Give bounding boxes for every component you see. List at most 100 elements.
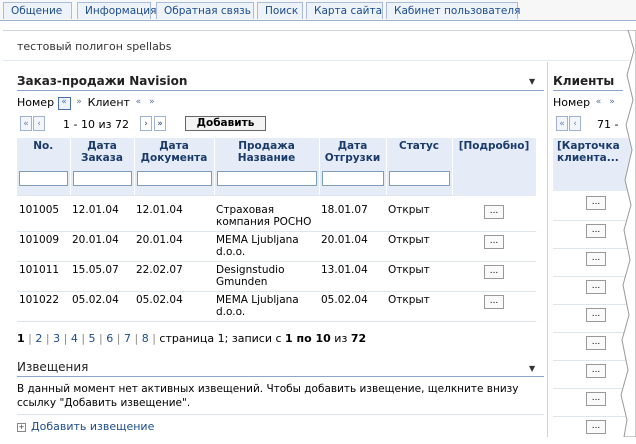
col-header-doc-date[interactable]: Дата Документа: [134, 138, 215, 170]
cell-status: Открыт: [386, 261, 452, 292]
filter-ship-date-input[interactable]: [321, 171, 384, 186]
details-button[interactable]: ...: [484, 265, 504, 279]
orders-pager-text: 1 - 10 из 72: [63, 118, 129, 131]
clients-details-button[interactable]: ...: [586, 308, 606, 322]
tab-informatsiya[interactable]: Информация: [77, 2, 156, 19]
tab-kabinet-polzovatelya[interactable]: Кабинет пользователя: [386, 2, 520, 19]
filter-no-input[interactable]: [19, 171, 68, 186]
col-header-order-date[interactable]: Дата Заказа: [70, 138, 135, 170]
add-notice-link[interactable]: + Добавить извещение: [17, 420, 154, 433]
cell-doc-date: 20.01.04: [134, 231, 214, 262]
first-page-icon[interactable]: «: [20, 116, 32, 131]
orders-menu-arrow-icon[interactable]: ▼: [529, 77, 535, 86]
cell-doc-date: 22.02.07: [134, 261, 214, 292]
notices-menu-arrow-icon[interactable]: ▼: [529, 364, 535, 373]
col-header-status[interactable]: Статус: [386, 138, 453, 170]
page-link[interactable]: 2: [35, 332, 42, 345]
torn-edge-decoration: [620, 30, 636, 437]
orders-table: No. Дата Заказа Дата Документа Продажа Н…: [17, 138, 537, 322]
clients-details-button[interactable]: ...: [586, 252, 606, 266]
clients-details-button[interactable]: ...: [586, 196, 606, 210]
cell-no: 101005: [17, 202, 70, 232]
clients-title-underline: [553, 90, 623, 91]
details-button[interactable]: ...: [484, 205, 504, 219]
site-title-divider: [3, 60, 633, 61]
clients-details-button[interactable]: ...: [586, 364, 606, 378]
tab-karta-saita[interactable]: Карта сайта: [306, 2, 383, 19]
page-summary-range: 1 по 10: [285, 332, 331, 345]
sort-descending-icon[interactable]: »: [74, 98, 84, 108]
sort-ascending-icon[interactable]: «: [57, 96, 71, 110]
clients-details-button[interactable]: ...: [586, 392, 606, 406]
add-notice-label: Добавить извещение: [31, 420, 155, 433]
notices-divider: [17, 414, 544, 415]
cell-doc-date: 12.01.04: [134, 202, 214, 232]
cell-order-date: 20.01.04: [70, 231, 134, 262]
filter-cell: [319, 170, 387, 196]
clients-details-button[interactable]: ...: [586, 336, 606, 350]
clients-details-button[interactable]: ...: [586, 420, 606, 434]
site-title: тестовый полигон spellabs: [17, 40, 172, 53]
cell-no: 101009: [17, 231, 70, 262]
page-summary-of: из: [330, 332, 351, 345]
filter-sale-name-input[interactable]: [216, 171, 317, 186]
table-row: 101011 15.05.07 22.02.07 Designstudio Gm…: [17, 261, 536, 292]
notices-title-underline: [17, 376, 544, 377]
filter-cell: [17, 170, 71, 196]
page-link[interactable]: 7: [124, 332, 131, 345]
clients-details-button[interactable]: ...: [586, 280, 606, 294]
orders-part-title: Заказ-продажи Navision: [17, 74, 188, 88]
page-summary-prefix: страница 1; записи с: [159, 332, 286, 345]
last-page-icon[interactable]: »: [154, 116, 166, 131]
filter-order-date-input[interactable]: [72, 171, 132, 186]
col-header-sale-name[interactable]: Продажа Название: [214, 138, 320, 170]
cell-sale-name: MEMA Ljubljana d.o.o.: [214, 291, 319, 322]
cell-order-date: 12.01.04: [70, 202, 134, 232]
notices-text: В данный момент нет активных извещений. …: [17, 383, 519, 409]
page-link[interactable]: 8: [142, 332, 149, 345]
table-row: 101009 20.01.04 20.01.04 MEMA Ljubljana …: [17, 231, 536, 262]
col-header-no[interactable]: No.: [17, 138, 71, 170]
client-sort-descending-icon[interactable]: »: [147, 98, 157, 108]
page-link[interactable]: 3: [53, 332, 60, 345]
next-page-icon[interactable]: ›: [140, 116, 152, 131]
filter-doc-date-input[interactable]: [136, 171, 212, 186]
page-summary-total: 72: [350, 332, 367, 345]
client-sort-ascending-icon[interactable]: «: [133, 98, 143, 108]
notices-part-title: Извещения: [17, 360, 89, 374]
clients-first-page-icon[interactable]: «: [556, 116, 568, 131]
col-header-ship-date[interactable]: Дата Отгрузки: [319, 138, 387, 170]
sort-label-client: Клиент: [87, 96, 130, 109]
clients-sort-ascending-icon[interactable]: «: [594, 98, 604, 108]
cell-order-date: 05.02.04: [70, 291, 134, 322]
page-link[interactable]: 6: [106, 332, 113, 345]
cell-status: Открыт: [386, 231, 452, 262]
clients-details-button[interactable]: ...: [586, 224, 606, 238]
table-row: 101022 05.02.04 05.02.04 MEMA Ljubljana …: [17, 291, 536, 322]
cell-ship-date: 20.01.04: [319, 231, 386, 262]
clients-sort-row: Номер « »: [553, 96, 617, 109]
tab-obratnaya-svyaz[interactable]: Обратная связь: [156, 2, 254, 19]
details-button[interactable]: ...: [484, 295, 504, 309]
table-row: 101005 12.01.04 12.01.04 Страховая компа…: [17, 202, 536, 232]
clients-prev-page-icon[interactable]: ‹: [569, 116, 581, 131]
filter-cell: [214, 170, 320, 196]
orders-title-underline: [17, 90, 544, 91]
cell-order-date: 15.05.07: [70, 261, 134, 292]
add-order-button[interactable]: Добавить: [185, 116, 266, 131]
content-border-top: [3, 30, 633, 31]
tab-obschenie[interactable]: Общение: [3, 2, 72, 19]
cell-status: Открыт: [386, 202, 452, 232]
tab-poisk[interactable]: Поиск: [257, 2, 303, 19]
prev-page-icon[interactable]: ‹: [33, 116, 45, 131]
cell-details: ...: [452, 261, 536, 292]
filter-status-input[interactable]: [388, 171, 450, 186]
cell-sale-name: Страховая компания POCHO: [214, 202, 319, 232]
page-link[interactable]: 5: [89, 332, 96, 345]
clients-sort-label: Номер: [553, 96, 591, 109]
filter-cell: [386, 170, 453, 196]
page-link[interactable]: 4: [71, 332, 78, 345]
details-button[interactable]: ...: [484, 235, 504, 249]
orders-page-links: 1 | 2 | 3 | 4 | 5 | 6 | 7 | 8 | страница…: [17, 332, 367, 345]
cell-doc-date: 05.02.04: [134, 291, 214, 322]
